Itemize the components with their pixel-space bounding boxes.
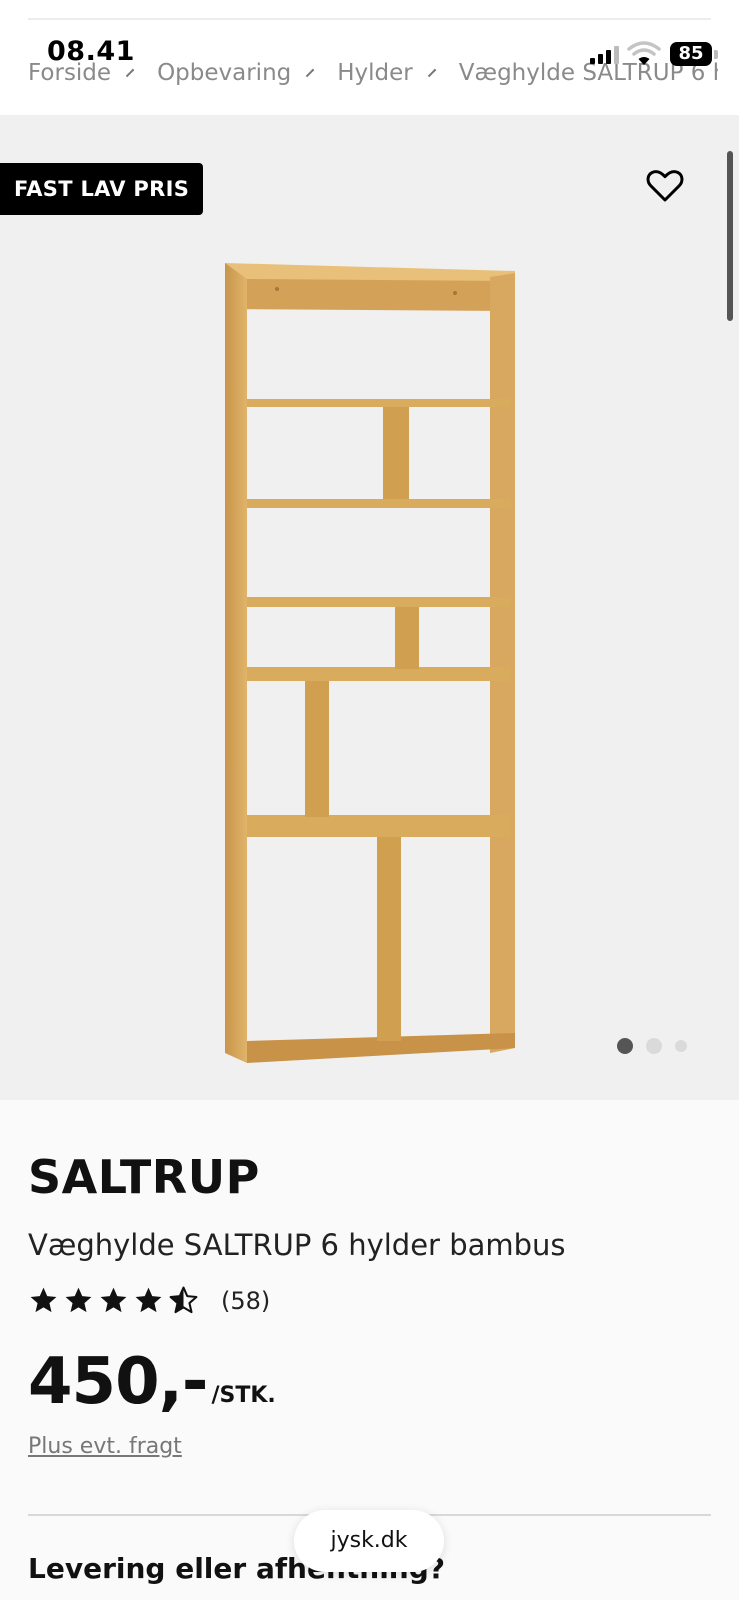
product-name: Væghylde SALTRUP 6 hylder bambus [28,1228,566,1262]
star-half-icon [169,1286,198,1314]
carousel-dot-2[interactable] [646,1038,662,1054]
wall-shelf-image [225,263,515,1063]
wifi-icon [627,41,661,65]
shipping-link[interactable]: Plus evt. fragt [28,1434,182,1459]
star-full-icon [135,1287,162,1313]
status-time: 08.41 [47,36,135,67]
price-value: 450,- [28,1345,208,1419]
battery-indicator: 85 [670,42,712,66]
star-full-icon [100,1287,127,1313]
carousel-dots [617,1038,687,1054]
chevron-right-icon [427,68,437,78]
price-block: 450,- /STK. [28,1350,276,1414]
product-image-carousel[interactable]: FAST LAV PRIS [0,115,739,1100]
top-divider [28,18,711,20]
breadcrumb-item-opbevaring[interactable]: Opbevaring [157,60,291,86]
product-rating[interactable]: (58) [28,1285,270,1316]
carousel-dot-1[interactable] [617,1038,633,1054]
star-full-icon [30,1287,57,1313]
signal-icon [590,46,619,64]
battery-tip [714,50,718,59]
browser-url-pill[interactable]: jysk.dk [294,1510,444,1572]
rating-stars [28,1285,199,1316]
heart-icon[interactable] [645,165,685,205]
price-badge: FAST LAV PRIS [0,163,204,215]
product-brand: SALTRUP [28,1150,260,1204]
product-info: SALTRUP Væghylde SALTRUP 6 hylder bambus… [0,1100,739,1600]
chevron-right-icon [306,68,315,78]
chevron-right-icon [125,68,135,78]
scrollbar[interactable] [727,151,733,321]
top-bar: Forside Opbevaring Hylder Væghylde SALTR… [0,0,739,115]
breadcrumb-item-hylder[interactable]: Hylder [337,60,413,86]
price-unit: /STK. [211,1383,276,1408]
rating-count: (58) [221,1286,271,1315]
star-full-icon [65,1287,92,1313]
carousel-dot-3[interactable] [675,1040,687,1052]
